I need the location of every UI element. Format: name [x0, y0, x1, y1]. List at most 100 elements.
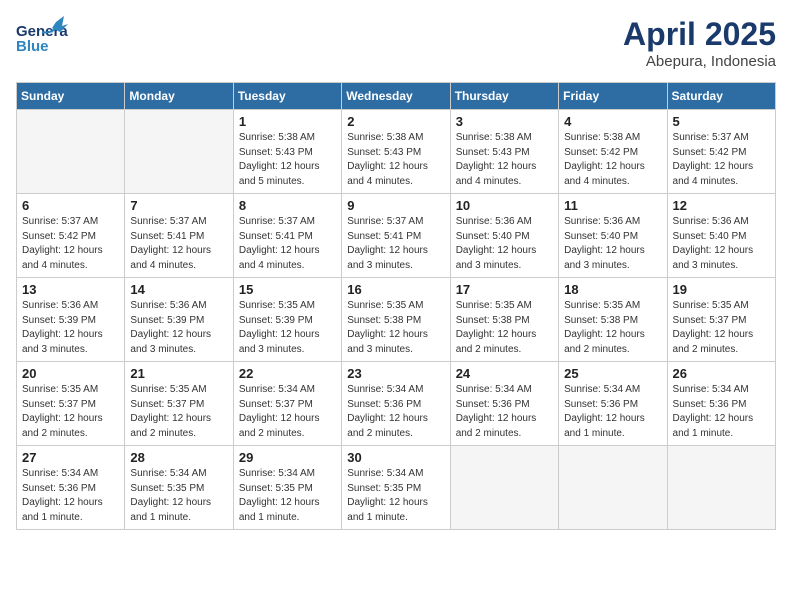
calendar-week-row: 13Sunrise: 5:36 AM Sunset: 5:39 PM Dayli…	[17, 278, 776, 362]
day-info: Sunrise: 5:36 AM Sunset: 5:40 PM Dayligh…	[564, 215, 661, 273]
svg-text:Blue: Blue	[16, 38, 49, 55]
day-info: Sunrise: 5:34 AM Sunset: 5:35 PM Dayligh…	[239, 467, 336, 525]
day-info: Sunrise: 5:38 AM Sunset: 5:43 PM Dayligh…	[347, 131, 444, 189]
table-row: 27 Sunrise: 5:34 AM Sunset: 5:36 PM Dayli…	[17, 446, 125, 530]
table-row	[559, 446, 667, 530]
page-header: General Blue April 2025 Abepura, Indones…	[16, 16, 776, 70]
table-row: 15Sunrise: 5:35 AM Sunset: 5:39 PM Dayli…	[233, 278, 341, 362]
day-number: 6	[22, 198, 119, 213]
day-number: 12	[673, 198, 770, 213]
table-row: 14 Sunrise: 5:36 AM Sunset: 5:39 PM Dayli…	[125, 278, 233, 362]
table-row: 19 Sunrise: 5:35 AM Sunset: 5:37 PM Dayli…	[667, 278, 775, 362]
day-number: 9	[347, 198, 444, 213]
day-number: 7	[130, 198, 227, 213]
logo-bird-icon: General Blue	[16, 16, 68, 60]
day-number: 23	[347, 366, 444, 381]
calendar-table: Sunday Monday Tuesday Wednesday Thursday…	[16, 82, 776, 530]
col-wednesday: Wednesday	[342, 83, 450, 110]
table-row: 25 Sunrise: 5:34 AM Sunset: 5:36 PM Dayli…	[559, 362, 667, 446]
day-number: 4	[564, 114, 661, 129]
day-number: 26	[673, 366, 770, 381]
day-info: Sunrise: 5:36 AM Sunset: 5:39 PM Dayligh…	[130, 299, 227, 357]
col-tuesday: Tuesday	[233, 83, 341, 110]
table-row: 30 Sunrise: 5:34 AM Sunset: 5:35 PM Dayli…	[342, 446, 450, 530]
day-number: 3	[456, 114, 553, 129]
calendar-week-row: 1 Sunrise: 5:38 AM Sunset: 5:43 PM Daylig…	[17, 110, 776, 194]
table-row: 28 Sunrise: 5:34 AM Sunset: 5:35 PM Dayli…	[125, 446, 233, 530]
day-number: 18	[564, 282, 661, 297]
table-row: 21 Sunrise: 5:35 AM Sunset: 5:37 PM Dayli…	[125, 362, 233, 446]
day-info: Sunrise: 5:37 AM Sunset: 5:42 PM Dayligh…	[22, 215, 119, 273]
table-row: 20 Sunrise: 5:35 AM Sunset: 5:37 PM Dayli…	[17, 362, 125, 446]
day-info: Sunrise: 5:34 AM Sunset: 5:36 PM Dayligh…	[673, 383, 770, 441]
table-row: 13Sunrise: 5:36 AM Sunset: 5:39 PM Dayli…	[17, 278, 125, 362]
day-number: 25	[564, 366, 661, 381]
day-info: Sunrise: 5:34 AM Sunset: 5:36 PM Dayligh…	[22, 467, 119, 525]
table-row: 26 Sunrise: 5:34 AM Sunset: 5:36 PM Dayli…	[667, 362, 775, 446]
col-friday: Friday	[559, 83, 667, 110]
table-row: 23Sunrise: 5:34 AM Sunset: 5:36 PM Dayli…	[342, 362, 450, 446]
table-row: 18 Sunrise: 5:35 AM Sunset: 5:38 PM Dayli…	[559, 278, 667, 362]
day-info: Sunrise: 5:34 AM Sunset: 5:35 PM Dayligh…	[347, 467, 444, 525]
table-row: 8 Sunrise: 5:37 AM Sunset: 5:41 PM Daylig…	[233, 194, 341, 278]
day-info: Sunrise: 5:34 AM Sunset: 5:36 PM Dayligh…	[564, 383, 661, 441]
day-info: Sunrise: 5:37 AM Sunset: 5:41 PM Dayligh…	[347, 215, 444, 273]
day-info: Sunrise: 5:38 AM Sunset: 5:43 PM Dayligh…	[456, 131, 553, 189]
calendar-header-row: Sunday Monday Tuesday Wednesday Thursday…	[17, 83, 776, 110]
day-info: Sunrise: 5:37 AM Sunset: 5:41 PM Dayligh…	[239, 215, 336, 273]
table-row	[450, 446, 558, 530]
day-info: Sunrise: 5:36 AM Sunset: 5:40 PM Dayligh…	[673, 215, 770, 273]
day-number: 28	[130, 450, 227, 465]
day-number: 1	[239, 114, 336, 129]
calendar-week-row: 27 Sunrise: 5:34 AM Sunset: 5:36 PM Dayli…	[17, 446, 776, 530]
table-row: 22 Sunrise: 5:34 AM Sunset: 5:37 PM Dayli…	[233, 362, 341, 446]
day-info: Sunrise: 5:34 AM Sunset: 5:35 PM Dayligh…	[130, 467, 227, 525]
table-row: 24Sunrise: 5:34 AM Sunset: 5:36 PM Dayli…	[450, 362, 558, 446]
day-info: Sunrise: 5:37 AM Sunset: 5:41 PM Dayligh…	[130, 215, 227, 273]
day-number: 30	[347, 450, 444, 465]
day-info: Sunrise: 5:35 AM Sunset: 5:37 PM Dayligh…	[22, 383, 119, 441]
table-row: 17Sunrise: 5:35 AM Sunset: 5:38 PM Dayli…	[450, 278, 558, 362]
day-number: 8	[239, 198, 336, 213]
day-number: 14	[130, 282, 227, 297]
day-number: 10	[456, 198, 553, 213]
day-number: 19	[673, 282, 770, 297]
col-sunday: Sunday	[17, 83, 125, 110]
table-row	[125, 110, 233, 194]
logo: General Blue	[16, 16, 68, 65]
table-row: 3 Sunrise: 5:38 AM Sunset: 5:43 PM Daylig…	[450, 110, 558, 194]
day-info: Sunrise: 5:35 AM Sunset: 5:38 PM Dayligh…	[456, 299, 553, 357]
table-row: 4Sunrise: 5:38 AM Sunset: 5:42 PM Daylig…	[559, 110, 667, 194]
day-info: Sunrise: 5:35 AM Sunset: 5:37 PM Dayligh…	[673, 299, 770, 357]
day-number: 16	[347, 282, 444, 297]
day-info: Sunrise: 5:35 AM Sunset: 5:38 PM Dayligh…	[564, 299, 661, 357]
table-row: 9 Sunrise: 5:37 AM Sunset: 5:41 PM Daylig…	[342, 194, 450, 278]
day-info: Sunrise: 5:34 AM Sunset: 5:37 PM Dayligh…	[239, 383, 336, 441]
day-info: Sunrise: 5:35 AM Sunset: 5:37 PM Dayligh…	[130, 383, 227, 441]
day-info: Sunrise: 5:38 AM Sunset: 5:43 PM Dayligh…	[239, 131, 336, 189]
month-title: April 2025	[623, 16, 776, 53]
table-row	[17, 110, 125, 194]
table-row: 5 Sunrise: 5:37 AM Sunset: 5:42 PM Daylig…	[667, 110, 775, 194]
day-number: 22	[239, 366, 336, 381]
day-info: Sunrise: 5:35 AM Sunset: 5:39 PM Dayligh…	[239, 299, 336, 357]
table-row: 11 Sunrise: 5:36 AM Sunset: 5:40 PM Dayli…	[559, 194, 667, 278]
table-row: 1 Sunrise: 5:38 AM Sunset: 5:43 PM Daylig…	[233, 110, 341, 194]
day-number: 29	[239, 450, 336, 465]
day-info: Sunrise: 5:34 AM Sunset: 5:36 PM Dayligh…	[456, 383, 553, 441]
table-row: 6 Sunrise: 5:37 AM Sunset: 5:42 PM Daylig…	[17, 194, 125, 278]
day-number: 21	[130, 366, 227, 381]
day-info: Sunrise: 5:35 AM Sunset: 5:38 PM Dayligh…	[347, 299, 444, 357]
day-number: 20	[22, 366, 119, 381]
table-row: 2 Sunrise: 5:38 AM Sunset: 5:43 PM Daylig…	[342, 110, 450, 194]
table-row: 7 Sunrise: 5:37 AM Sunset: 5:41 PM Daylig…	[125, 194, 233, 278]
day-number: 11	[564, 198, 661, 213]
day-number: 5	[673, 114, 770, 129]
day-number: 27	[22, 450, 119, 465]
day-info: Sunrise: 5:36 AM Sunset: 5:39 PM Dayligh…	[22, 299, 119, 357]
day-info: Sunrise: 5:36 AM Sunset: 5:40 PM Dayligh…	[456, 215, 553, 273]
day-info: Sunrise: 5:37 AM Sunset: 5:42 PM Dayligh…	[673, 131, 770, 189]
col-saturday: Saturday	[667, 83, 775, 110]
day-number: 2	[347, 114, 444, 129]
location-subtitle: Abepura, Indonesia	[623, 53, 776, 70]
